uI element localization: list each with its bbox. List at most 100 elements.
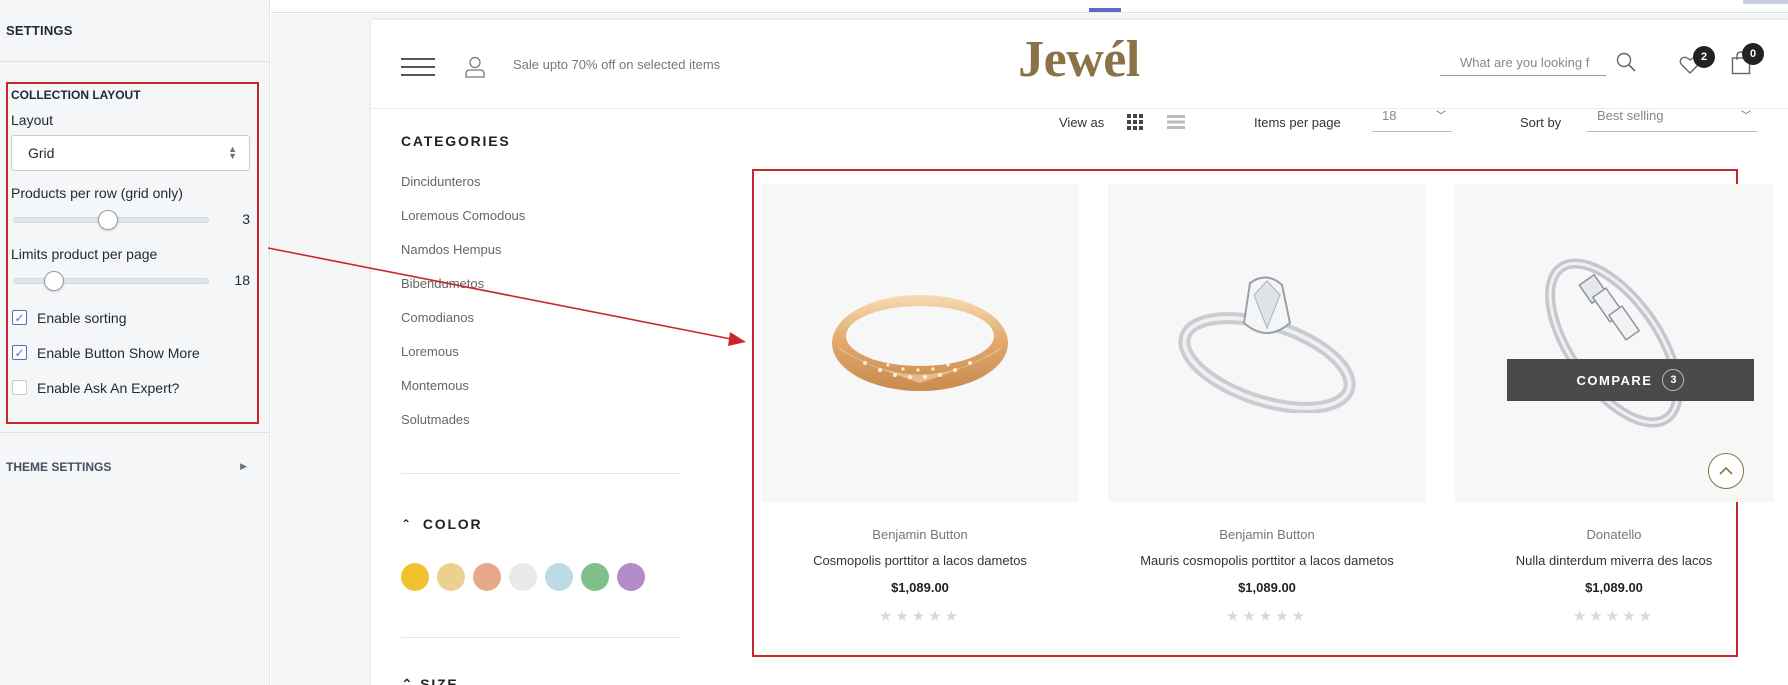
items-per-page-value: 18 [1382,108,1397,123]
color-swatch[interactable] [617,563,645,591]
color-swatch[interactable] [401,563,429,591]
product-title[interactable]: Nulla dinterdum miverra des lacos [1455,553,1773,568]
items-per-page-select[interactable]: 18 ﹀ [1372,108,1452,132]
list-view-icon[interactable] [1167,115,1185,129]
chevron-down-icon: ﹀ [1741,111,1751,122]
search-input[interactable] [1440,50,1590,74]
settings-header: SETTINGS [0,0,269,62]
diamond-ring-image [1178,276,1356,413]
product-title[interactable]: Mauris cosmopolis porttitor a lacos dame… [1108,553,1426,568]
category-link[interactable]: Dincidunteros [401,175,525,209]
sort-by-label: Sort by [1520,115,1562,130]
rating-stars: ★★★★★ [878,608,962,625]
baguette-ring-image [1545,258,1683,428]
product-card[interactable]: Benjamin Button Cosmopolis porttitor a l… [761,184,1079,625]
category-link[interactable]: Namdos Hempus [401,243,525,277]
cart-count-badge: 0 [1742,43,1764,65]
product-card[interactable]: COMPARE 3 Donatello Nulla dinterdum mive… [1455,184,1773,625]
enable-ask-expert-label: Enable Ask An Expert? [37,379,180,396]
color-filter-toggle[interactable]: ⌃ COLOR [401,516,482,532]
enable-show-more-option[interactable]: ✓ Enable Button Show More [11,335,254,370]
color-swatch[interactable] [509,563,537,591]
store-header: Sale upto 70% off on selected items Jewé… [371,20,1788,109]
enable-ask-expert-option[interactable]: Enable Ask An Expert? [11,370,254,405]
wishlist-count-badge: 2 [1693,46,1715,68]
collection-layout-section: COLLECTION LAYOUT Layout Grid ▲ ▼ Product… [6,82,259,424]
category-link[interactable]: Montemous [401,379,525,413]
scroll-to-top-button[interactable] [1708,453,1744,489]
caret-right-icon: ▶ [240,461,247,471]
size-filter-label: SIZE [420,676,459,685]
active-indicator [1089,8,1121,12]
color-swatches [401,563,653,591]
category-link[interactable]: Bibendumetos [401,277,525,311]
product-price: $1,089.00 [1585,580,1643,595]
divider [401,473,681,474]
product-vendor[interactable]: Donatello [1455,527,1773,542]
limits-per-page-value: 18 [234,272,250,288]
rating-stars: ★★★★★ [1572,608,1656,625]
product-vendor[interactable]: Benjamin Button [761,527,1079,542]
slider-thumb[interactable] [44,271,64,291]
product-price: $1,089.00 [1238,580,1296,595]
compare-count: 3 [1662,369,1685,391]
promo-text: Sale upto 70% off on selected items [513,57,721,72]
theme-settings-label: THEME SETTINGS [6,459,112,474]
category-link[interactable]: Loremous Comodous [401,209,525,243]
theme-settings-toggle[interactable]: THEME SETTINGS ▶ [0,432,269,500]
slider-thumb[interactable] [98,210,118,230]
chevron-down-icon: ﹀ [1436,111,1446,122]
color-swatch[interactable] [473,563,501,591]
search-icon[interactable] [1616,52,1636,72]
enable-sorting-option[interactable]: ✓ Enable sorting [11,300,254,335]
color-swatch[interactable] [545,563,573,591]
compare-button[interactable]: COMPARE 3 [1507,359,1754,401]
hamburger-menu-icon[interactable] [401,58,435,76]
divider [401,637,681,638]
select-arrows-icon: ▲ ▼ [228,144,237,161]
product-vendor[interactable]: Benjamin Button [1108,527,1426,542]
size-filter-title[interactable]: ⌃ SIZE [401,676,459,685]
category-link[interactable]: Solutmades [401,413,525,447]
search-bar[interactable] [1440,50,1606,76]
color-swatch[interactable] [437,563,465,591]
compare-label: COMPARE [1576,372,1653,388]
product-card[interactable]: Benjamin Button Mauris cosmopolis portti… [1108,184,1426,625]
grid-view-icon[interactable] [1127,114,1143,130]
color-swatch[interactable] [581,563,609,591]
limits-per-page-slider[interactable]: 18 [11,266,254,294]
items-per-page-label: Items per page [1254,115,1341,130]
product-title[interactable]: Cosmopolis porttitor a lacos dametos [761,553,1079,568]
category-link[interactable]: Comodianos [401,311,525,345]
limits-per-page-label: Limits product per page [11,246,158,262]
collection-layout-title: COLLECTION LAYOUT [11,88,141,102]
store-preview: Sale upto 70% off on selected items Jewé… [371,20,1788,685]
user-icon[interactable] [465,56,485,78]
sort-by-select[interactable]: Best selling ﹀ [1587,108,1757,132]
color-filter-title: COLOR [422,516,483,532]
product-price: $1,089.00 [891,580,949,595]
rating-stars: ★★★★★ [1225,608,1309,625]
enable-sorting-checkbox[interactable]: ✓ [12,310,27,325]
sort-by-value: Best selling [1597,108,1664,123]
settings-panel: SETTINGS COLLECTION LAYOUT Layout Grid ▲… [0,0,270,685]
enable-ask-expert-checkbox[interactable] [12,380,27,395]
slider-track[interactable] [13,278,209,284]
products-per-row-value: 3 [242,211,250,227]
gold-ring-image [832,295,1008,391]
enable-sorting-label: Enable sorting [37,309,127,326]
chevron-up-icon [1719,466,1733,475]
product-image[interactable] [761,184,1079,502]
products-per-row-label: Products per row (grid only) [11,185,183,201]
view-as-label: View as [1059,115,1105,130]
preview-top-bar [271,0,1788,13]
products-per-row-slider[interactable]: 3 [11,205,254,233]
category-link[interactable]: Loremous [401,345,525,379]
top-bar-marker [1743,0,1788,4]
layout-select[interactable]: Grid ▲ ▼ [11,135,250,171]
product-image[interactable] [1108,184,1426,502]
enable-show-more-checkbox[interactable]: ✓ [12,345,27,360]
layout-select-value: Grid [28,145,55,161]
store-logo[interactable]: Jewél [1009,30,1149,89]
layout-label: Layout [11,112,54,128]
